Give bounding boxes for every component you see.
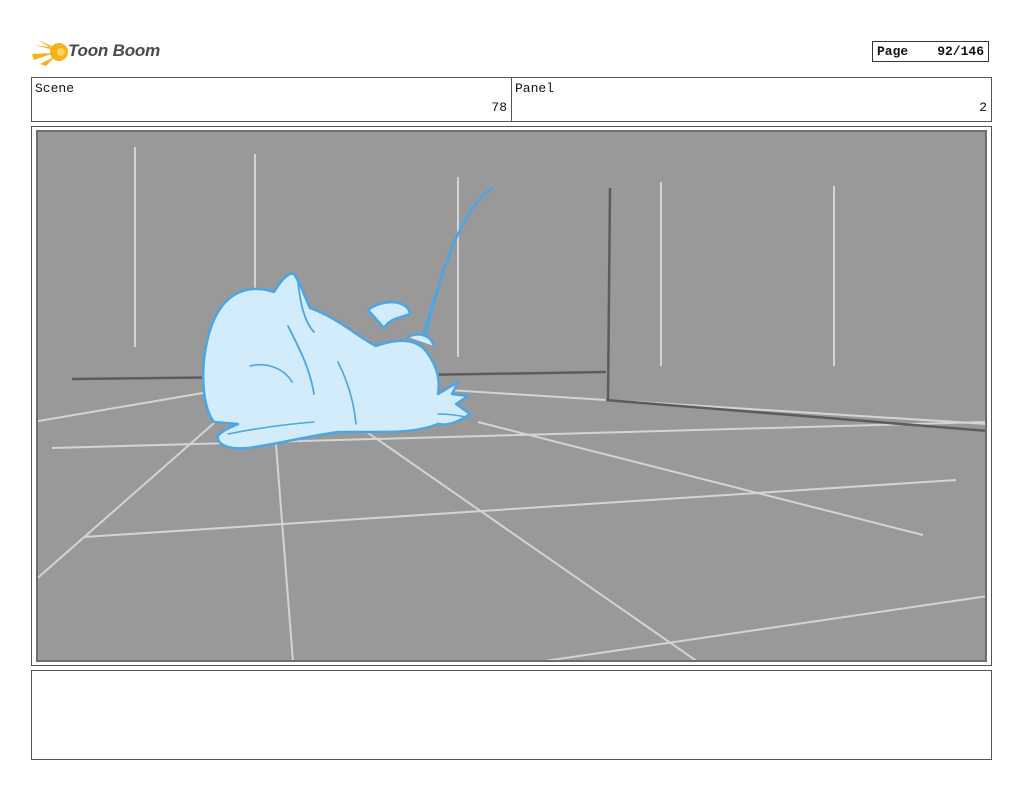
panel-label: Panel bbox=[515, 81, 555, 96]
scene-label: Scene bbox=[35, 81, 75, 96]
storyboard-sketch bbox=[38, 132, 985, 660]
brand-name: Toon Boom bbox=[68, 41, 160, 60]
page-counter: Page 92/146 bbox=[872, 41, 989, 62]
scene-cell: Scene 78 bbox=[32, 78, 512, 121]
scene-number: 78 bbox=[491, 100, 507, 115]
panel-number: 2 bbox=[979, 100, 987, 115]
starburst-icon bbox=[32, 40, 68, 66]
scene-panel-row: Scene 78 Panel 2 bbox=[31, 77, 992, 122]
page-label: Page bbox=[877, 44, 909, 59]
panel-drawing bbox=[36, 130, 987, 662]
page-value: 92/146 bbox=[937, 44, 984, 59]
panel-cell: Panel 2 bbox=[512, 78, 991, 121]
panel-notes-area bbox=[31, 670, 992, 760]
